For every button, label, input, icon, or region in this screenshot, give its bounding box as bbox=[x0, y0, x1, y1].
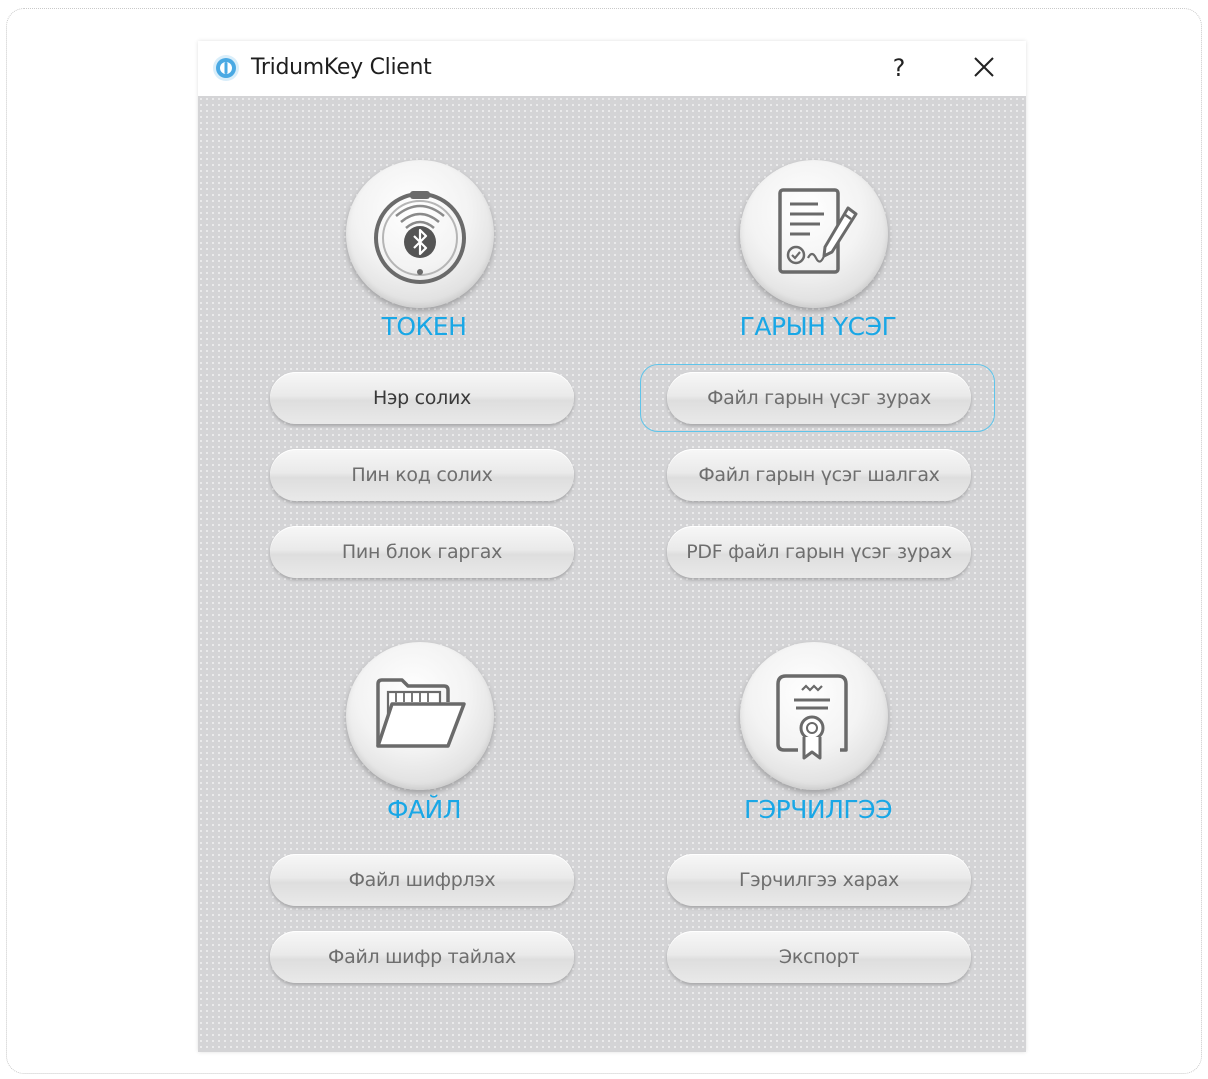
export-button[interactable]: Экспорт bbox=[667, 931, 971, 983]
app-logo-icon bbox=[213, 55, 239, 81]
decrypt-file-button[interactable]: Файл шифр тайлах bbox=[270, 931, 574, 983]
encrypt-file-button[interactable]: Файл шифрлэх bbox=[270, 854, 574, 906]
verify-signature-button[interactable]: Файл гарын үсэг шалгах bbox=[667, 449, 971, 501]
main-panel: ТОКЕН Нэр солих Пин код солих Пин блок г… bbox=[198, 96, 1026, 1052]
window-title: TridumKey Client bbox=[251, 55, 432, 80]
app-window: TridumKey Client ? ТОКЕН Нэр солих Пин к… bbox=[198, 41, 1026, 1052]
certificate-circle-button[interactable] bbox=[740, 642, 888, 790]
certificate-section-title: ГЭРЧИЛГЭЭ bbox=[743, 795, 893, 824]
unblock-pin-button[interactable]: Пин блок гаргах bbox=[270, 526, 574, 578]
bluetooth-token-icon bbox=[374, 191, 466, 284]
view-certificate-button[interactable]: Гэрчилгээ харах bbox=[667, 854, 971, 906]
signature-circle-button[interactable] bbox=[740, 160, 888, 308]
help-button[interactable]: ? bbox=[882, 49, 916, 87]
document-sign-icon bbox=[778, 188, 858, 274]
certificate-icon bbox=[776, 674, 848, 760]
title-bar: TridumKey Client ? bbox=[198, 41, 1026, 96]
sign-file-button[interactable]: Файл гарын үсэг зурах bbox=[667, 372, 971, 424]
token-section-title: ТОКЕН bbox=[381, 312, 467, 341]
close-icon bbox=[974, 57, 994, 77]
file-section-title: ФАЙЛ bbox=[386, 795, 462, 824]
open-folder-icon bbox=[376, 678, 466, 748]
sign-pdf-button[interactable]: PDF файл гарын үсэг зурах bbox=[667, 526, 971, 578]
rename-button[interactable]: Нэр солих bbox=[270, 372, 574, 424]
signature-section-title: ГАРЫН ҮСЭГ bbox=[739, 312, 897, 341]
token-circle-button[interactable] bbox=[346, 160, 494, 308]
close-button[interactable] bbox=[964, 49, 1004, 87]
file-circle-button[interactable] bbox=[346, 642, 494, 790]
change-pin-button[interactable]: Пин код солих bbox=[270, 449, 574, 501]
